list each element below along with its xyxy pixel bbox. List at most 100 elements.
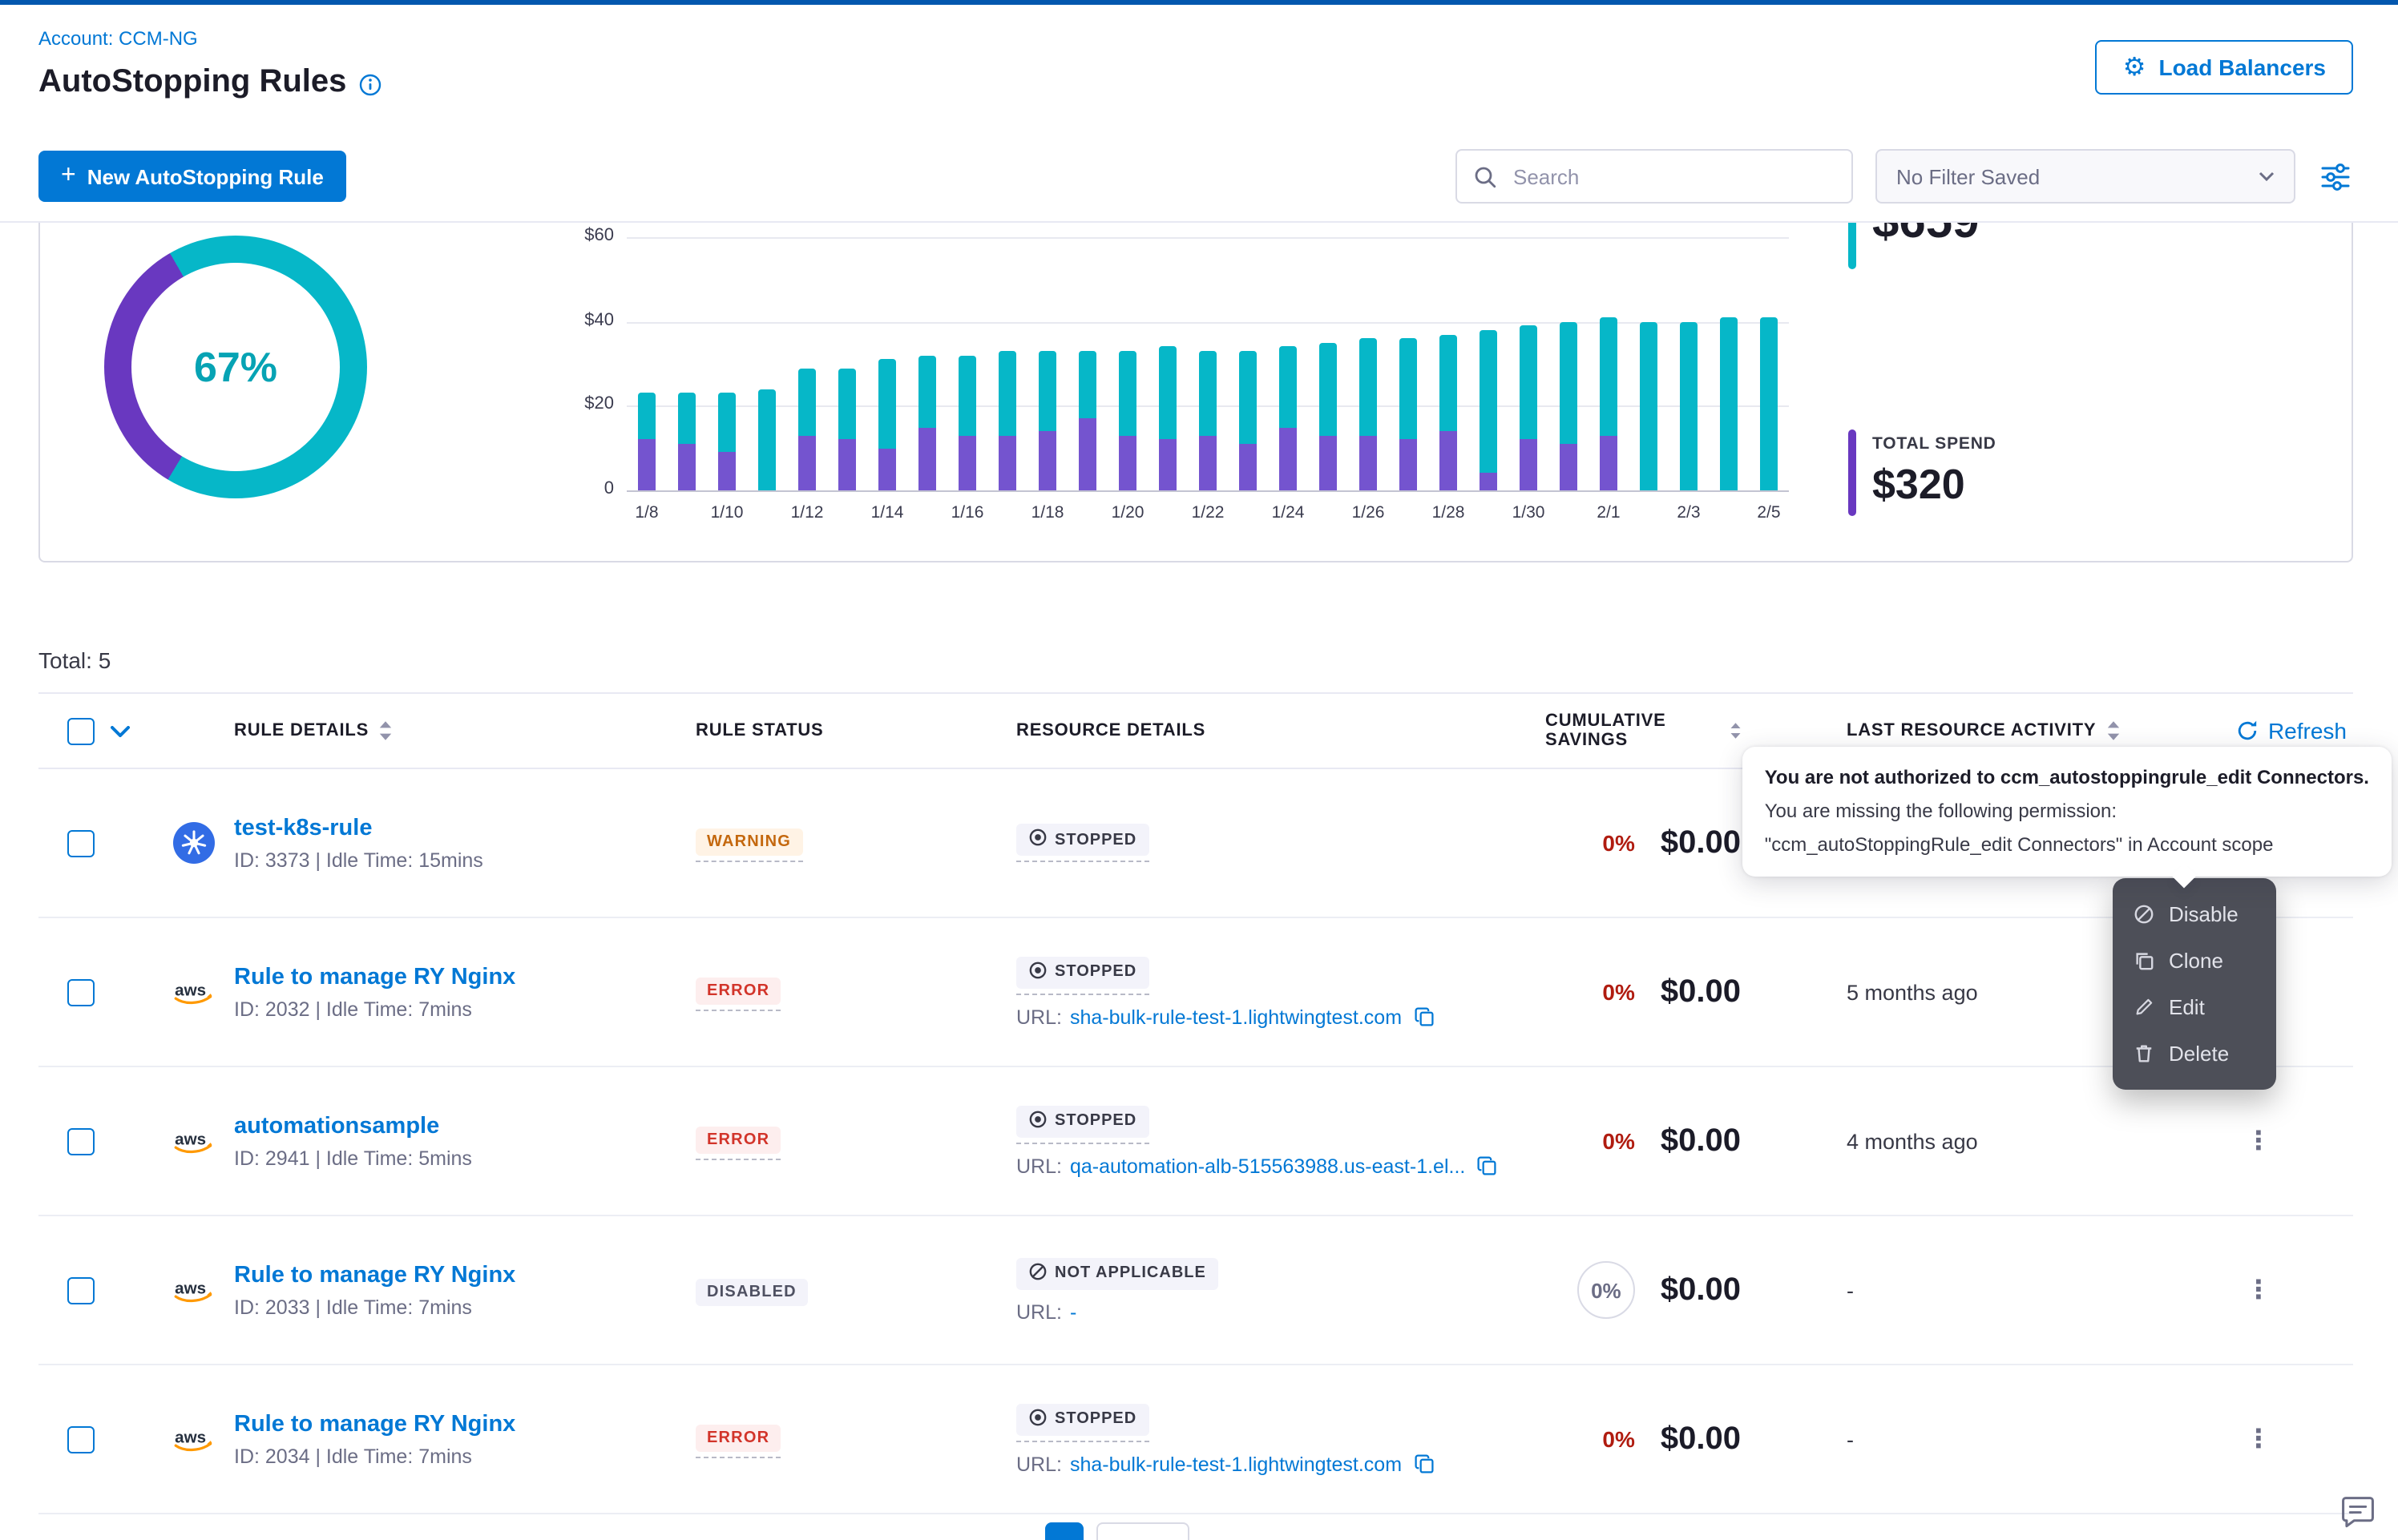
tooltip-line-3: "ccm_autoStoppingRule_edit Connectors" i… [1765,828,2369,862]
info-icon[interactable] [359,73,382,95]
column-header-last-resource-activity[interactable]: LAST RESOURCE ACTIVITY [1770,721,2164,740]
select-all-checkbox[interactable] [67,717,95,744]
rule-id-idle-time: ID: 2941 | Idle Time: 5mins [234,1147,472,1170]
savings-amount: $0.00 [1661,1272,1741,1308]
table-row[interactable]: aws Rule to manage RY Nginx ID: 2032 | I… [38,918,2353,1067]
resource-state-icon [1029,1262,1047,1284]
menu-item-clone[interactable]: Clone [2113,937,2276,984]
rule-name-link[interactable]: test-k8s-rule [234,816,372,841]
row-checkbox[interactable] [67,829,95,857]
x-axis-label: 1/30 [1508,503,1548,522]
permission-tooltip: You are not authorized to ccm_autostoppi… [1742,747,2392,877]
rule-name-link[interactable]: automationsample [234,1114,439,1139]
refresh-label: Refresh [2268,718,2347,744]
resource-url-link[interactable]: - [1070,1300,1076,1323]
aws-icon: aws [173,1127,215,1155]
last-resource-activity: 5 months ago [1770,980,2164,1004]
saved-filter-dropdown[interactable]: No Filter Saved [1875,149,2295,204]
last-resource-activity: - [1770,1427,2164,1451]
x-axis-label: 2/1 [1589,503,1629,522]
last-resource-activity: - [1770,1278,2164,1302]
savings-amount: $0.00 [1661,1421,1741,1457]
row-checkbox[interactable] [67,1276,95,1304]
x-axis-label [1468,503,1508,522]
row-menu-button[interactable]: ⋮ [2233,1417,2284,1460]
savings-percent: 0% [1602,1128,1634,1154]
bar-series [627,237,1789,490]
load-balancers-button[interactable]: ⚙ Load Balancers [2096,40,2353,95]
row-checkbox[interactable] [67,1127,95,1155]
savings-percent: 0% [1602,1426,1634,1452]
savings-amount: $0.00 [1661,974,1741,1010]
load-balancers-label: Load Balancers [2158,54,2326,80]
row-checkbox[interactable] [67,978,95,1006]
search-input[interactable] [1510,163,1835,190]
row-menu-button[interactable]: ⋮ [2233,1268,2284,1311]
column-header-cumulative-savings[interactable]: CUMULATIVE SAVINGS [1545,712,1770,750]
x-axis-label [1148,503,1188,522]
resource-state-icon [1029,1110,1047,1132]
resource-url-line: URL: sha-bulk-rule-test-1.lightwingtest.… [1016,1006,1545,1028]
bar-1/31 [1548,237,1589,490]
last-resource-activity: 4 months ago [1770,1129,2164,1153]
rule-name-link[interactable]: Rule to manage RY Nginx [234,1263,515,1288]
copy-icon[interactable] [1413,1453,1434,1474]
chevron-down-icon[interactable] [111,725,130,736]
x-axis-label: 2/3 [1669,503,1709,522]
x-axis-label: 1/10 [707,503,747,522]
bar-2/4 [1709,237,1749,490]
pagination-next-button[interactable] [1096,1522,1189,1540]
table-row[interactable]: aws automationsample ID: 2941 | Idle Tim… [38,1067,2353,1216]
help-chat-button[interactable] [2337,1492,2379,1534]
rule-name-link[interactable]: Rule to manage RY Nginx [234,965,515,990]
bar-1/29 [1468,237,1508,490]
bar-2/1 [1589,237,1629,490]
sort-icon [378,721,393,740]
resource-state-icon [1029,961,1047,983]
x-axis-label: 1/22 [1188,503,1228,522]
svg-text:aws: aws [175,1278,206,1296]
row-checkbox[interactable] [67,1425,95,1453]
filter-panel-button[interactable] [2318,159,2353,193]
resource-state-badge: STOPPED [1016,1105,1149,1137]
menu-item-delete[interactable]: Delete [2113,1030,2276,1077]
column-header-rule-details[interactable]: RULE DETAILS [167,721,696,740]
bar-2/5 [1749,237,1789,490]
chat-bubble-icon [2337,1492,2379,1534]
bar-1/12 [787,237,827,490]
x-axis-label [1228,503,1268,522]
bar-1/22 [1188,237,1228,490]
total-spend-value: $320 [1872,460,1996,510]
pagination-current-page[interactable] [1045,1522,1084,1540]
table-row[interactable]: aws Rule to manage RY Nginx ID: 2034 | I… [38,1365,2353,1514]
autostopping-rules-page: Account: CCM-NG AutoStopping Rules ⚙ Loa… [0,0,2398,1540]
column-header-rule-status: RULE STATUS [696,721,1016,740]
row-menu-button[interactable]: ⋮ [2233,1119,2284,1162]
bar-1/13 [827,237,867,490]
menu-item-edit[interactable]: Edit [2113,984,2276,1030]
rule-id-idle-time: ID: 3373 | Idle Time: 15mins [234,849,483,872]
aws-icon: aws [173,978,215,1006]
resource-url-link[interactable]: sha-bulk-rule-test-1.lightwingtest.com [1070,1006,1402,1028]
table-row[interactable]: aws Rule to manage RY Nginx ID: 2033 | I… [38,1216,2353,1365]
search-icon [1473,164,1497,188]
resource-state-badge: STOPPED [1016,824,1149,856]
menu-item-disable[interactable]: Disable [2113,891,2276,937]
resource-url-link[interactable]: qa-automation-alb-515563988.us-east-1.el… [1070,1155,1465,1177]
resource-url-link[interactable]: sha-bulk-rule-test-1.lightwingtest.com [1070,1453,1402,1475]
account-breadcrumb[interactable]: Account: CCM-NG [38,27,198,50]
new-autostopping-rule-button[interactable]: + New AutoStopping Rule [38,151,346,202]
rule-name-link[interactable]: Rule to manage RY Nginx [234,1412,515,1437]
refresh-button[interactable]: Refresh [2236,718,2353,744]
resource-url-line: URL: sha-bulk-rule-test-1.lightwingtest.… [1016,1453,1545,1475]
savings-percent: 0% [1602,979,1634,1005]
bar-1/27 [1388,237,1428,490]
x-axis-label: 1/12 [787,503,827,522]
tooltip-line-1: You are not authorized to ccm_autostoppi… [1765,761,2369,795]
donut-percent-label: 67% [194,342,277,392]
bar-1/28 [1428,237,1468,490]
copy-icon[interactable] [1413,1006,1434,1027]
x-axis-label [1388,503,1428,522]
copy-icon[interactable] [1476,1155,1497,1176]
savings-percent: 0% [1602,830,1634,856]
